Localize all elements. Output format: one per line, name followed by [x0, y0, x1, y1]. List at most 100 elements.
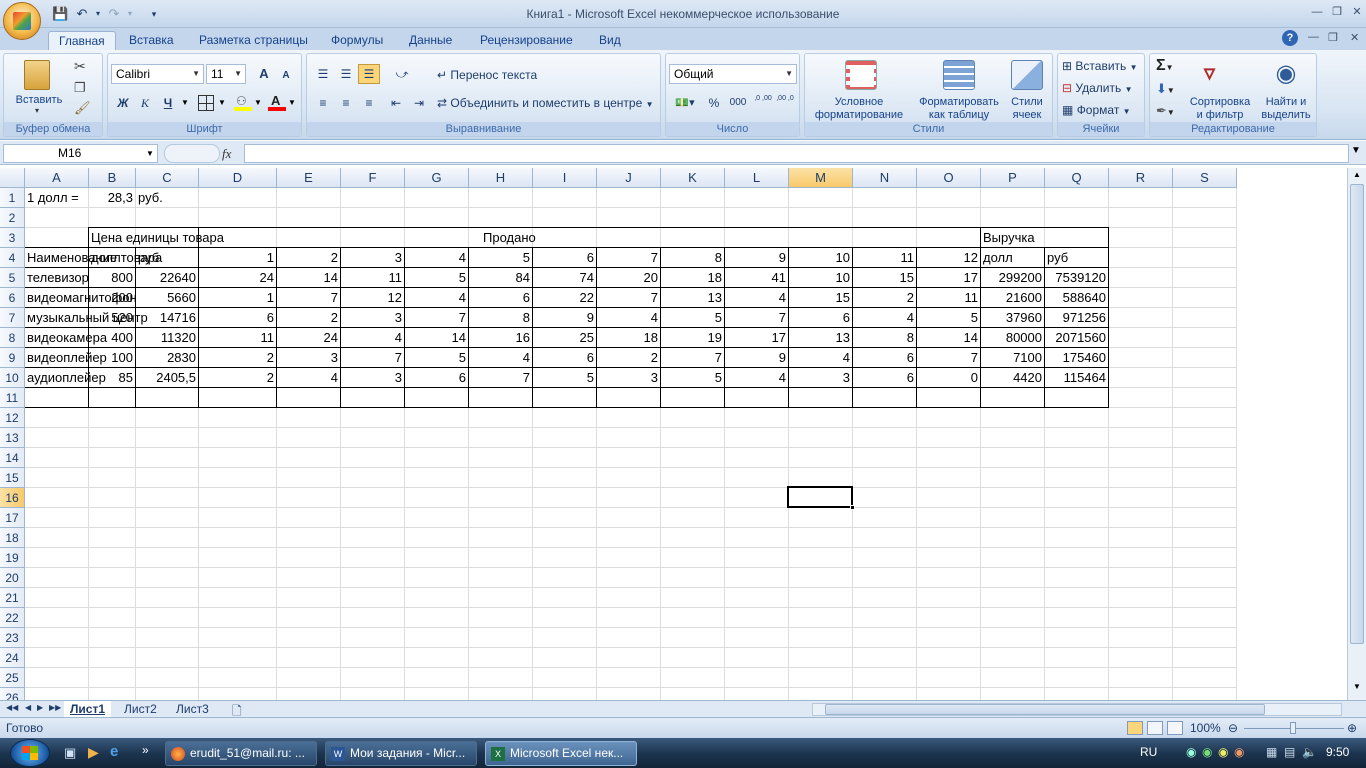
decrease-decimal-button[interactable]: ,00 ,0 [774, 93, 796, 113]
cell-q10[interactable]: 115464 [1045, 368, 1108, 388]
cut-icon[interactable]: ✂ [74, 58, 86, 75]
media-player-icon[interactable]: ▶ [88, 744, 99, 761]
cell-k4[interactable]: 8 [661, 248, 724, 268]
cell-a8[interactable]: видеокамера [25, 328, 107, 348]
cell-p7[interactable]: 37960 [981, 308, 1044, 328]
cell-b1[interactable]: 28,3 [89, 188, 135, 208]
cell-l6[interactable]: 4 [725, 288, 788, 308]
zoom-out-icon[interactable]: ⊖ [1228, 721, 1238, 735]
tray-icon-4[interactable]: ◉ [1234, 745, 1244, 759]
page-layout-view-icon[interactable] [1147, 721, 1163, 735]
cell-a9[interactable]: видеоплейер [25, 348, 107, 368]
language-indicator[interactable]: RU [1140, 745, 1157, 759]
cell-e5[interactable]: 14 [277, 268, 340, 288]
cell-i7[interactable]: 9 [533, 308, 596, 328]
cell-n5[interactable]: 15 [853, 268, 916, 288]
cell-e10[interactable]: 4 [277, 368, 340, 388]
cell-h5[interactable]: 84 [469, 268, 532, 288]
cell-g4[interactable]: 4 [405, 248, 468, 268]
name-box[interactable]: M16 [3, 144, 158, 163]
row-header-18[interactable]: 18 [0, 528, 25, 548]
scroll-down-icon[interactable]: ▼ [1350, 682, 1364, 696]
column-header-o[interactable]: O [917, 168, 981, 188]
cell-f4[interactable]: 3 [341, 248, 404, 268]
cell-l9[interactable]: 9 [725, 348, 788, 368]
font-size-combo[interactable]: 11 ▼ [206, 64, 246, 84]
cell-b9[interactable]: 100 [89, 348, 135, 368]
cell-c4[interactable]: руб [136, 248, 198, 268]
taskbar-item-word[interactable]: W Мои задания - Micr... [325, 741, 477, 766]
cell-a4[interactable]: Наименование товара [25, 248, 162, 268]
formula-input[interactable] [244, 144, 1349, 163]
format-painter-icon[interactable]: 🖌 [74, 100, 91, 116]
cell-m6[interactable]: 15 [789, 288, 852, 308]
insert-cells-button[interactable]: ⊞ Вставить ▼ [1062, 59, 1138, 73]
workbook-close-icon[interactable]: ✕ [1350, 31, 1359, 44]
start-button[interactable] [10, 739, 50, 767]
cell-o5[interactable]: 17 [917, 268, 980, 288]
grow-font-button[interactable]: A [253, 64, 275, 84]
volume-icon[interactable]: 🔈 [1302, 745, 1317, 759]
cell-n9[interactable]: 6 [853, 348, 916, 368]
cell-p8[interactable]: 80000 [981, 328, 1044, 348]
cell-e7[interactable]: 2 [277, 308, 340, 328]
cell-o8[interactable]: 14 [917, 328, 980, 348]
align-center-icon[interactable]: ≡ [335, 93, 357, 113]
cell-n4[interactable]: 11 [853, 248, 916, 268]
tab-data[interactable]: Данные [399, 31, 462, 50]
ribbon-minimize-icon[interactable]: — [1308, 31, 1319, 43]
copy-icon[interactable]: ❐ [74, 80, 86, 96]
clear-icon[interactable]: ✒▼ [1156, 103, 1175, 119]
bold-button[interactable]: Ж [113, 93, 133, 113]
name-box-dropdown-icon[interactable]: ▼ [146, 149, 154, 158]
cell-d7[interactable]: 6 [199, 308, 276, 328]
zoom-slider-thumb[interactable] [1290, 722, 1296, 734]
cell-b7[interactable]: 520 [89, 308, 135, 328]
row-header-20[interactable]: 20 [0, 568, 25, 588]
last-sheet-icon[interactable]: ▶▶ [49, 703, 61, 712]
increase-decimal-button[interactable]: ,0 ,00 [752, 93, 774, 113]
align-left-icon[interactable]: ≡ [312, 93, 334, 113]
cell-styles-button[interactable]: Стили ячеек [1005, 56, 1049, 121]
cell-c7[interactable]: 14716 [136, 308, 198, 328]
format-as-table-button[interactable]: Форматировать как таблицу [913, 56, 1005, 121]
scroll-thumb[interactable] [1350, 184, 1364, 644]
prev-sheet-icon[interactable]: ◀ [25, 703, 31, 712]
decrease-indent-icon[interactable]: ⇤ [385, 93, 407, 113]
column-header-r[interactable]: R [1109, 168, 1173, 188]
cell-d4[interactable]: 1 [199, 248, 276, 268]
cell-l7[interactable]: 7 [725, 308, 788, 328]
fill-dropdown-icon[interactable]: ▼ [254, 98, 262, 107]
underline-button[interactable]: Ч [158, 93, 178, 113]
number-format-combo[interactable]: Общий ▼ [669, 64, 797, 84]
cell-h4[interactable]: 5 [469, 248, 532, 268]
cell-o4[interactable]: 12 [917, 248, 980, 268]
cell-k8[interactable]: 19 [661, 328, 724, 348]
zoom-in-icon[interactable]: ⊕ [1347, 721, 1357, 735]
cell-p3[interactable]: Выручка [981, 228, 1044, 248]
row-header-24[interactable]: 24 [0, 648, 25, 668]
cell-p10[interactable]: 4420 [981, 368, 1044, 388]
cell-h6[interactable]: 6 [469, 288, 532, 308]
cell-l5[interactable]: 41 [725, 268, 788, 288]
cell-h3[interactable]: Продано [481, 228, 565, 248]
cell-j6[interactable]: 7 [597, 288, 660, 308]
cell-b3[interactable]: Цена единицы товара [89, 228, 224, 248]
cell-d8[interactable]: 11 [199, 328, 276, 348]
cell-c6[interactable]: 5660 [136, 288, 198, 308]
show-desktop-icon[interactable]: ▣ [64, 745, 76, 761]
cell-q5[interactable]: 7539120 [1045, 268, 1108, 288]
cell-k5[interactable]: 18 [661, 268, 724, 288]
row-header-6[interactable]: 6 [0, 288, 25, 308]
cell-b5[interactable]: 800 [89, 268, 135, 288]
orientation-icon[interactable]: ⤻ [387, 64, 417, 84]
column-header-j[interactable]: J [597, 168, 661, 188]
cell-i10[interactable]: 5 [533, 368, 596, 388]
cell-n7[interactable]: 4 [853, 308, 916, 328]
cell-g10[interactable]: 6 [405, 368, 468, 388]
tray-icon-1[interactable]: ◉ [1186, 745, 1196, 759]
cell-h8[interactable]: 16 [469, 328, 532, 348]
cell-n6[interactable]: 2 [853, 288, 916, 308]
thousands-button[interactable]: 000 [726, 93, 750, 113]
row-header-21[interactable]: 21 [0, 588, 25, 608]
